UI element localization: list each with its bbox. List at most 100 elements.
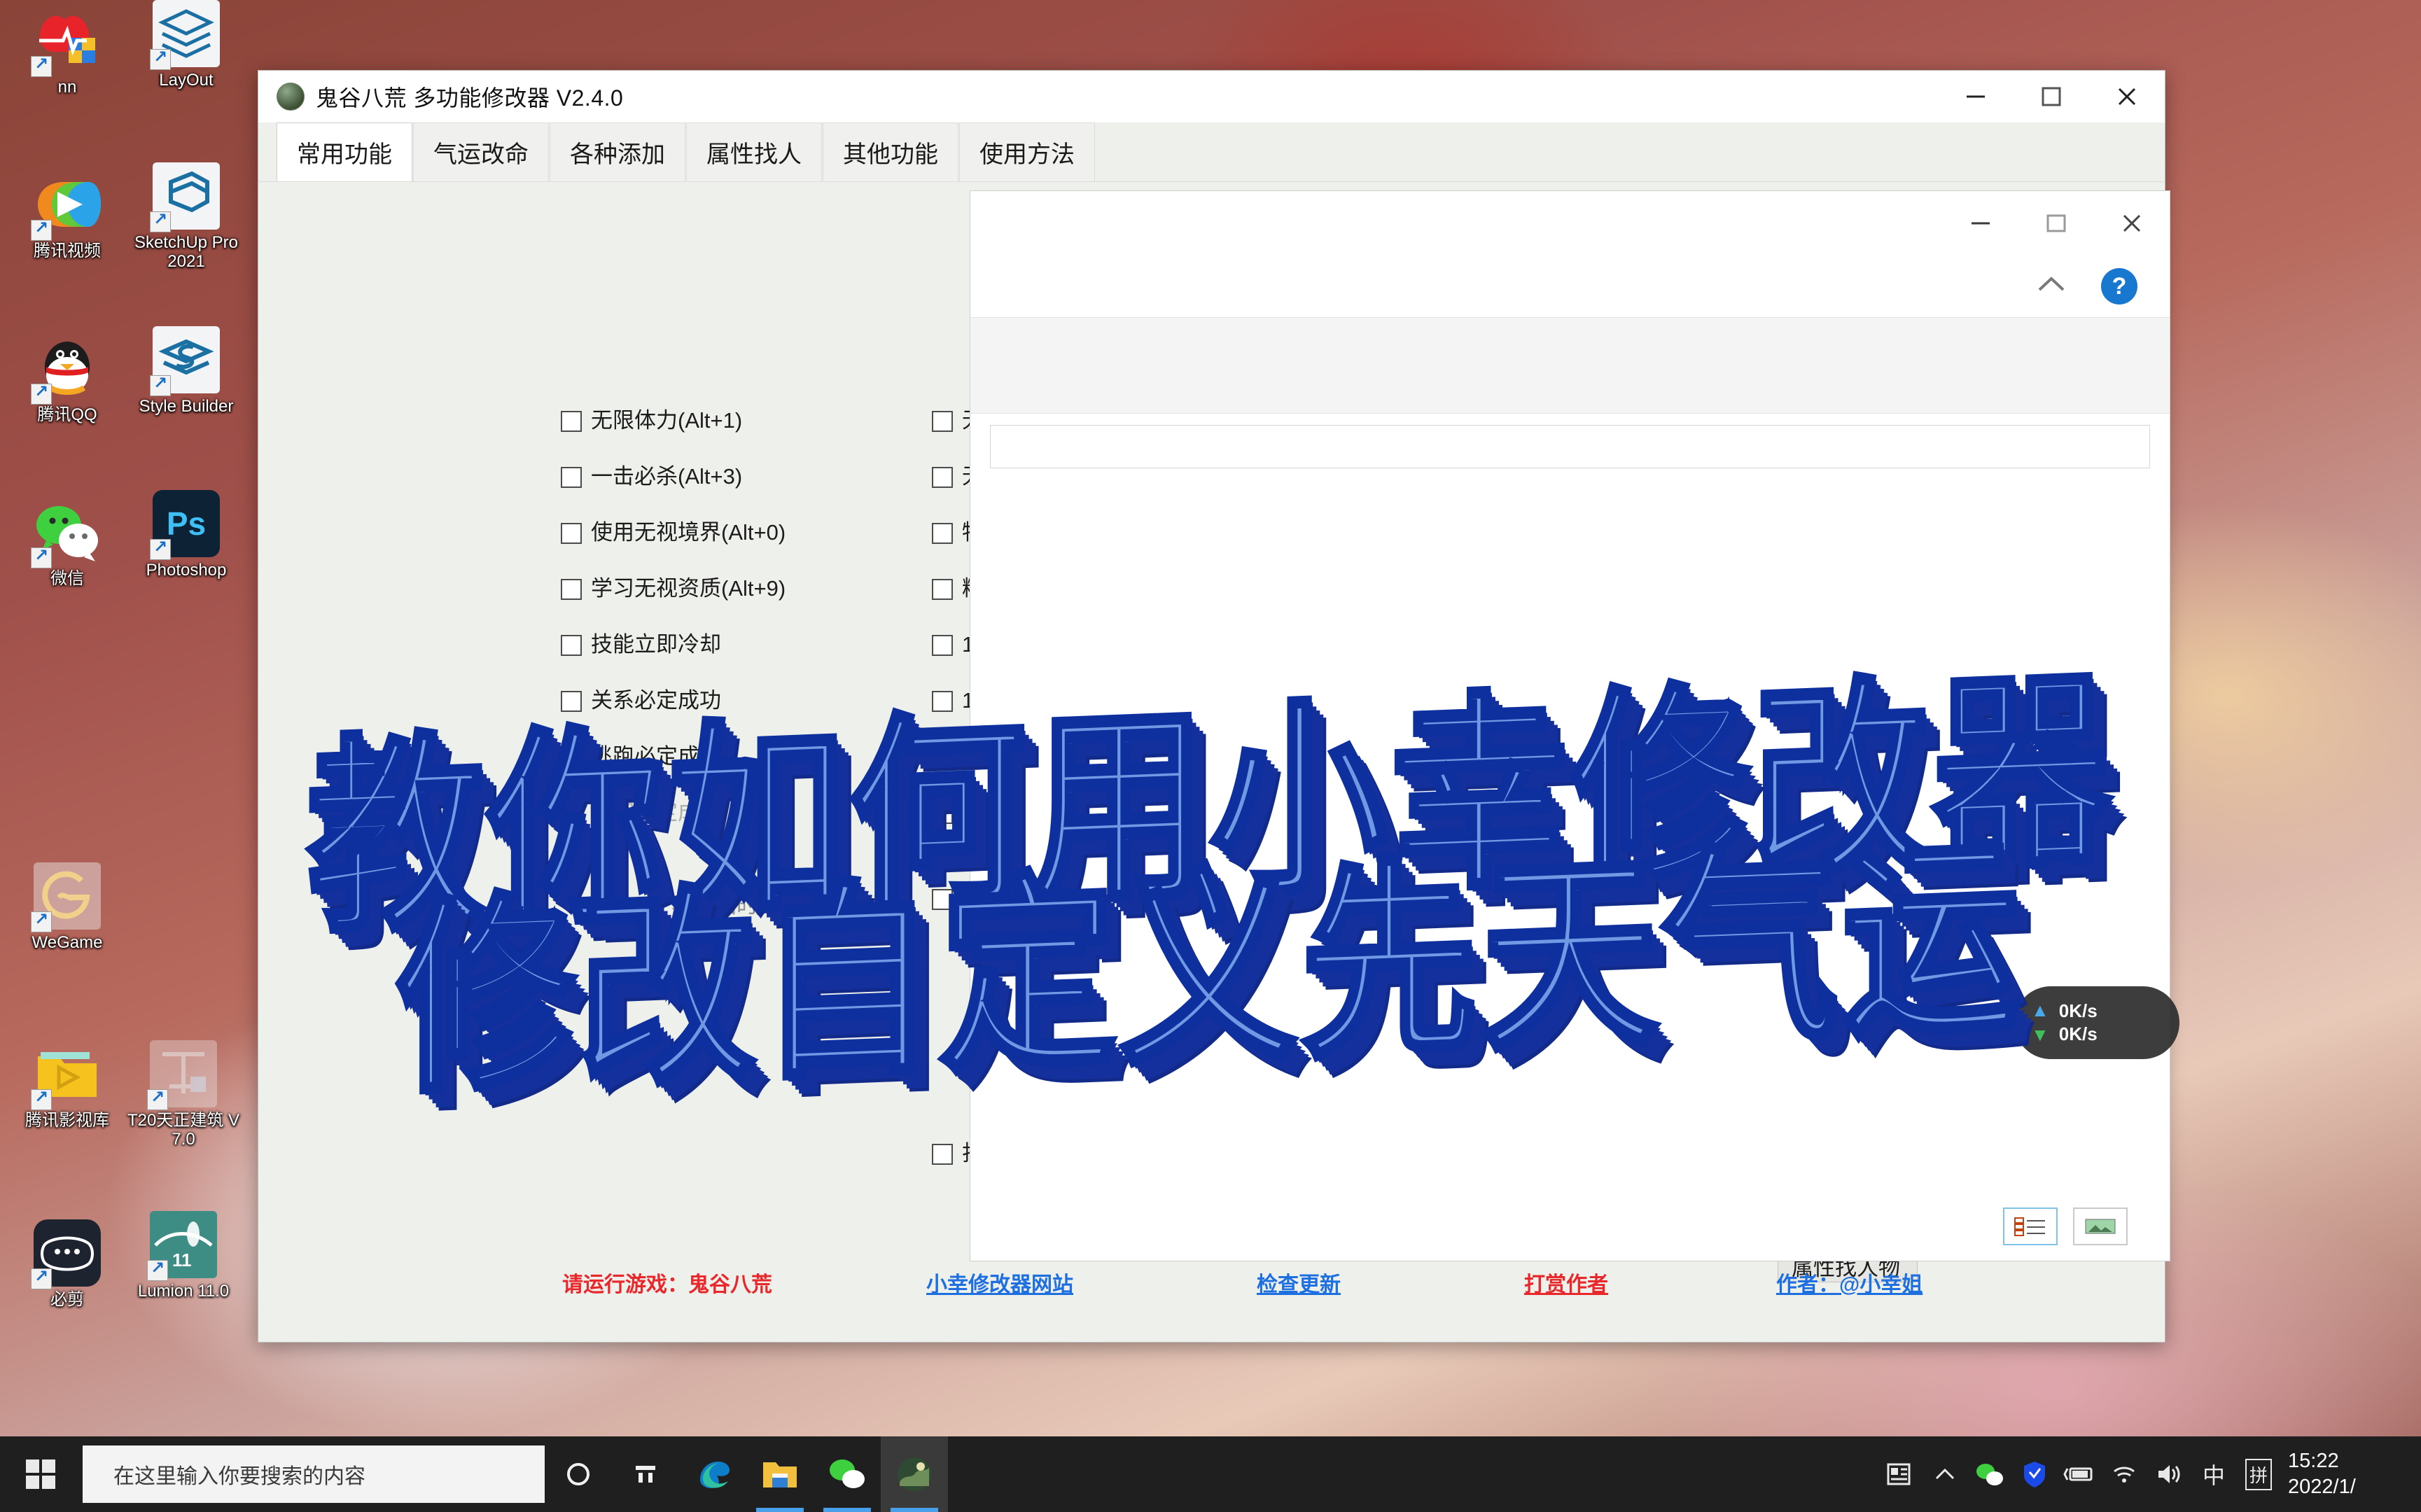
footer-author-link[interactable]: 作者：@小幸姐 xyxy=(1776,1267,1923,1298)
checkbox-box[interactable] xyxy=(561,467,582,488)
footer-check-update-link[interactable]: 检查更新 xyxy=(1257,1267,1341,1298)
checkbox-infinite-stamina[interactable]: 无限体力(Alt+1) xyxy=(561,410,786,432)
desktop-icon-lumion[interactable]: 11 Lumion 11.0 xyxy=(125,1211,242,1301)
checkbox-skill-instant-cooldown[interactable]: 技能立即冷却 xyxy=(561,634,786,656)
layout-icon xyxy=(150,0,220,70)
desktop-icon-label: SketchUp Pro 2021 xyxy=(134,233,239,271)
bijian-icon xyxy=(31,1219,101,1289)
edge-icon[interactable] xyxy=(679,1436,746,1512)
tab-common-functions[interactable]: 常用功能 xyxy=(277,122,412,181)
tab-qiyun-destiny[interactable]: 气运改命 xyxy=(413,122,549,181)
checkbox-box[interactable] xyxy=(932,803,953,824)
ime-cn-icon[interactable]: 中 xyxy=(2191,1436,2236,1512)
battery-icon[interactable] xyxy=(2057,1436,2102,1512)
background-explorer-window[interactable]: ? ▲ ▼ 0K/s 0K/s xyxy=(970,190,2179,1261)
minimize-button[interactable] xyxy=(1938,71,2014,122)
upload-speed: 0K/s xyxy=(2058,1000,2098,1021)
desktop-icon-t20[interactable]: T20天正建筑 V7.0 xyxy=(125,1040,242,1149)
search-input[interactable]: 在这里输入你要搜索的内容 xyxy=(83,1446,545,1503)
tab-bar[interactable]: 常用功能 气运改命 各种添加 属性找人 其他功能 使用方法 xyxy=(258,122,2165,181)
network-speed-widget: ▲ ▼ 0K/s 0K/s xyxy=(2014,986,2179,1059)
volume-icon[interactable] xyxy=(2147,1436,2191,1512)
checkbox-one-hit-kill[interactable]: 一击必杀(Alt+3) xyxy=(561,465,786,488)
checkbox-box[interactable] xyxy=(561,579,582,600)
checkbox-box[interactable] xyxy=(932,889,953,910)
desktop-icon-sketchup[interactable]: SketchUp Pro 2021 xyxy=(127,162,245,272)
desktop-icon-bijian[interactable]: 必剪 xyxy=(8,1219,126,1310)
desktop-icon-label: 微信 xyxy=(50,569,84,588)
desktop-icon-layout[interactable]: LayOut xyxy=(127,0,245,90)
news-icon[interactable] xyxy=(1878,1436,1923,1512)
help-icon[interactable]: ? xyxy=(2101,268,2137,304)
cortana-icon[interactable] xyxy=(545,1436,612,1512)
checkbox-box[interactable] xyxy=(561,803,582,824)
checkbox-box[interactable] xyxy=(561,691,582,712)
thumbnail-view-icon[interactable] xyxy=(2073,1208,2128,1245)
bg-minimize-button[interactable] xyxy=(1943,197,2018,249)
checkbox-learn-ignore-aptitude[interactable]: 学习无视资质(Alt+9) xyxy=(561,578,786,600)
close-button[interactable] xyxy=(2089,71,2165,122)
footer-donate-link[interactable]: 打赏作者 xyxy=(1524,1267,1608,1298)
t20-icon xyxy=(147,1040,217,1110)
task-view-icon[interactable] xyxy=(612,1436,679,1512)
checkbox-box[interactable] xyxy=(561,635,582,656)
desktop-icon-tencent-video[interactable]: 腾讯视频 xyxy=(8,171,126,261)
game-icon[interactable] xyxy=(881,1436,948,1512)
bg-close-button[interactable] xyxy=(2094,197,2170,249)
taskbar[interactable]: 在这里输入你要搜索的内容 中 拼 15:22 2022/1/ xyxy=(0,1436,2421,1512)
tab-additions[interactable]: 各种添加 xyxy=(550,122,685,181)
desktop-icon-label: Style Builder xyxy=(139,397,234,416)
desktop-icon-label: T20天正建筑 V7.0 xyxy=(127,1111,240,1149)
tab-attribute-search[interactable]: 属性找人 xyxy=(686,122,822,181)
file-explorer-icon[interactable] xyxy=(746,1436,814,1512)
tab-usage[interactable]: 使用方法 xyxy=(959,122,1095,181)
checkbox-box[interactable] xyxy=(561,747,582,768)
wifi-icon[interactable] xyxy=(2102,1436,2147,1512)
lumion-icon: 11 xyxy=(147,1211,217,1281)
checkbox-box[interactable] xyxy=(932,635,953,656)
bg-maximize-button[interactable] xyxy=(2018,197,2094,249)
start-icon[interactable] xyxy=(0,1436,83,1512)
background-window-titlebar xyxy=(970,191,2170,255)
details-view-icon[interactable] xyxy=(2003,1208,2058,1245)
checkbox-box[interactable] xyxy=(932,467,953,488)
checkbox-escape-always-success[interactable]: 逃跑必定成功 xyxy=(561,746,786,768)
active-indicator xyxy=(756,1508,804,1512)
collapse-ribbon-icon[interactable] xyxy=(2034,273,2069,300)
chevron-up-icon[interactable] xyxy=(1923,1436,1967,1512)
desktop-icon-label: nn xyxy=(57,78,77,97)
desktop-icon-style-builder[interactable]: Style Builder xyxy=(127,326,245,416)
checkbox-steal-always-success[interactable]: 偷窃必定成功 xyxy=(561,802,786,824)
address-bar[interactable] xyxy=(990,425,2150,468)
tab-other-functions[interactable]: 其他功能 xyxy=(823,122,958,181)
desktop-icon-photoshop[interactable]: Ps Photoshop xyxy=(127,490,245,580)
desktop-icon-qq[interactable]: 腾讯QQ xyxy=(8,335,126,425)
checkbox-box[interactable] xyxy=(932,411,953,432)
checkbox-box[interactable] xyxy=(932,747,953,768)
checkbox-ignore-realm[interactable]: 使用无视境界(Alt+0) xyxy=(561,522,786,544)
desktop-icon-label: WeGame xyxy=(32,933,103,952)
shortcut-overlay-icon xyxy=(31,1266,52,1289)
checkbox-box[interactable] xyxy=(932,579,953,600)
desktop-icon-wegame[interactable]: WeGame xyxy=(8,862,126,953)
shortcut-overlay-icon xyxy=(147,1258,168,1281)
desktop-icon-tencent-lib[interactable]: 腾讯影视库 xyxy=(8,1040,126,1130)
maximize-button[interactable] xyxy=(2014,71,2089,122)
checkbox-box[interactable] xyxy=(932,1144,953,1165)
checkbox-box[interactable] xyxy=(561,523,582,544)
desktop-icon-label: Photoshop xyxy=(146,561,227,580)
checkbox-relationship-always-success[interactable]: 关系必定成功 xyxy=(561,690,786,712)
wechat-tray-icon[interactable] xyxy=(1967,1436,2012,1512)
wechat-icon[interactable] xyxy=(814,1436,881,1512)
shield-icon[interactable] xyxy=(2012,1436,2057,1512)
checkbox-box[interactable] xyxy=(561,411,582,432)
photoshop-icon: Ps xyxy=(150,490,220,560)
view-mode-buttons xyxy=(2003,1208,2128,1245)
ime-pinyin-icon[interactable]: 拼 xyxy=(2236,1436,2281,1512)
checkbox-box[interactable] xyxy=(932,523,953,544)
desktop-icon-nn[interactable]: nn xyxy=(8,7,126,97)
checkbox-box[interactable] xyxy=(932,691,953,712)
footer-website-link[interactable]: 小幸修改器网站 xyxy=(926,1267,1073,1298)
desktop-icon-wechat[interactable]: 微信 xyxy=(8,498,126,589)
clock[interactable]: 15:22 2022/1/ xyxy=(2281,1448,2414,1500)
